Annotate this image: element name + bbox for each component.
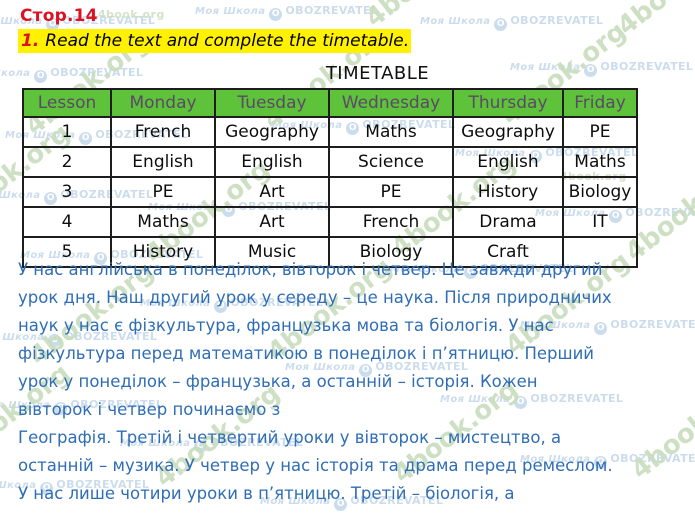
passage-line: урок дня. Наш другий урок у середу – це …	[18, 288, 612, 307]
column-header-lesson: Lesson	[22, 88, 112, 118]
worksheet-page: Моя ШколаOOBOZREVATEL Моя ШколаOOBOZREVA…	[0, 0, 695, 514]
table-row: 3 PE Art PE History Biology	[22, 176, 638, 208]
cell-friday: Biology	[562, 176, 638, 208]
timetable: Lesson Monday Tuesday Wednesday Thursday…	[22, 88, 638, 268]
table-row: 1 French Geography Maths Geography PE	[22, 116, 638, 148]
passage-line: наук у нас є фізкультура, французька мов…	[18, 316, 554, 335]
passage-line: У нас англійська в понеділок, вівторок і…	[18, 260, 603, 279]
passage-line: У нас лише чотири уроки в п’ятницю. Трет…	[18, 484, 515, 503]
cell-monday: Maths	[110, 206, 216, 238]
cell-tuesday: Art	[214, 206, 330, 238]
cell-thursday: Drama	[452, 206, 564, 238]
table-row: 4 Maths Art French Drama IT	[22, 206, 638, 238]
passage-line: останній – музика. У четвер у нас історі…	[18, 456, 613, 475]
passage-line: вівторок і четвер починаємо з	[18, 400, 281, 419]
column-header-friday: Friday	[562, 88, 638, 118]
cell-wednesday: Maths	[328, 116, 454, 148]
timetable-body: 1 French Geography Maths Geography PE 2 …	[22, 116, 638, 268]
cell-friday: IT	[562, 206, 638, 238]
task-instruction: 1. Read the text and complete the timeta…	[18, 29, 412, 53]
passage-line: Географія. Третій і четвертий уроки у ві…	[18, 428, 562, 447]
column-header-thursday: Thursday	[452, 88, 564, 118]
page-number-label: Стор.14	[20, 6, 98, 26]
cell-tuesday: Art	[214, 176, 330, 208]
cell-tuesday: English	[214, 146, 330, 178]
cell-friday: PE	[562, 116, 638, 148]
content-layer: Стор.14 1. Read the text and complete th…	[0, 0, 695, 514]
cell-monday: PE	[110, 176, 216, 208]
cell-thursday: Geography	[452, 116, 564, 148]
cell-friday: Maths	[562, 146, 638, 178]
task-number: 1.	[21, 31, 40, 51]
cell-tuesday: Geography	[214, 116, 330, 148]
cell-monday: French	[110, 116, 216, 148]
timetable-container: Lesson Monday Tuesday Wednesday Thursday…	[22, 88, 638, 268]
task-instruction-text: Read the text and complete the timetable…	[45, 31, 410, 51]
passage-line: урок у понеділок – французька, а останні…	[18, 372, 538, 391]
table-row: 2 English English Science English Maths	[22, 146, 638, 178]
passage-line: фізкультура перед математикою в понеділо…	[18, 344, 595, 363]
reading-passage: У нас англійська в понеділок, вівторок і…	[18, 256, 678, 514]
cell-lesson: 3	[22, 176, 112, 208]
cell-thursday: English	[452, 146, 564, 178]
column-header-tuesday: Tuesday	[214, 88, 330, 118]
column-header-monday: Monday	[110, 88, 216, 118]
cell-wednesday: Science	[328, 146, 454, 178]
timetable-title: TIMETABLE	[325, 63, 430, 84]
timetable-header-row: Lesson Monday Tuesday Wednesday Thursday…	[22, 88, 638, 118]
cell-wednesday: PE	[328, 176, 454, 208]
passage-line: закінчуємо ІТ (інформаційні технології).	[18, 508, 678, 514]
cell-lesson: 4	[22, 206, 112, 238]
cell-monday: English	[110, 146, 216, 178]
cell-lesson: 1	[22, 116, 112, 148]
timetable-head: Lesson Monday Tuesday Wednesday Thursday…	[22, 88, 638, 118]
cell-thursday: History	[452, 176, 564, 208]
cell-wednesday: French	[328, 206, 454, 238]
cell-lesson: 2	[22, 146, 112, 178]
column-header-wednesday: Wednesday	[328, 88, 454, 118]
